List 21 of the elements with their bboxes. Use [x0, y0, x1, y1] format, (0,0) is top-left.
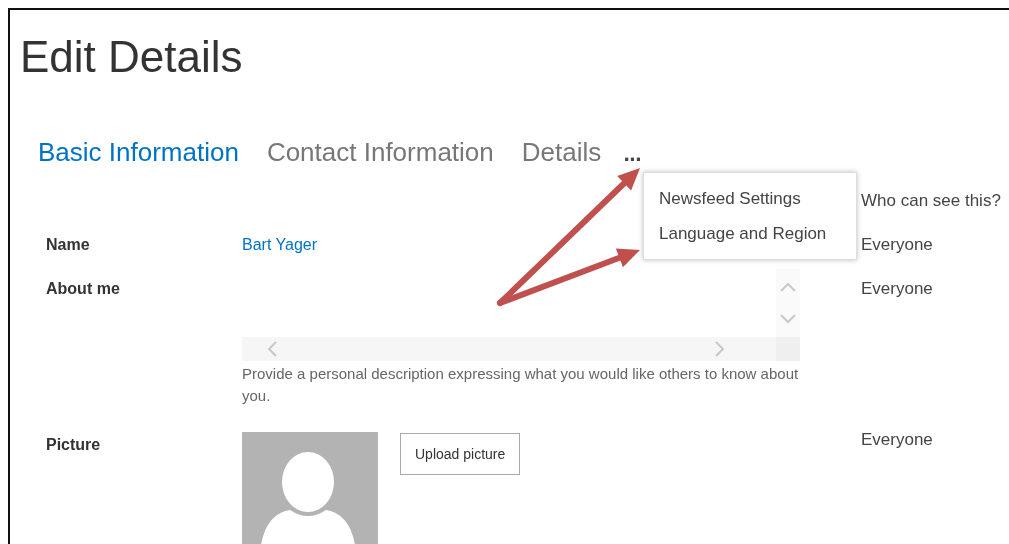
menu-item[interactable]: Newsfeed Settings — [644, 181, 856, 216]
more-button[interactable]: ... — [623, 144, 641, 165]
page-title: Edit Details — [20, 31, 244, 83]
visibility-value: Everyone — [861, 429, 934, 451]
upload-button[interactable]: Upload picture — [400, 433, 521, 475]
visibility-value: Everyone — [861, 234, 934, 256]
menu-item[interactable]: Language and Region — [644, 216, 856, 251]
tab[interactable]: Contact Information — [266, 137, 494, 168]
vertical-scrollbar[interactable] — [776, 269, 800, 337]
visibility-value: Everyone — [861, 278, 934, 300]
horizontal-scrollbar[interactable] — [242, 337, 776, 361]
text-area[interactable] — [242, 269, 800, 361]
tab[interactable]: Details — [521, 137, 602, 168]
column-header: Who can see this? — [861, 190, 1002, 212]
field-label: About me — [46, 279, 121, 299]
tab[interactable]: Basic Information — [38, 137, 239, 168]
field-label: Picture — [46, 435, 102, 455]
field-label: Name — [46, 235, 91, 255]
name-value[interactable]: Bart Yager — [242, 234, 317, 256]
avatar-icon — [242, 432, 378, 544]
field-hint: Provide a personal description expressing what you would like others to know about you. — [242, 364, 800, 406]
